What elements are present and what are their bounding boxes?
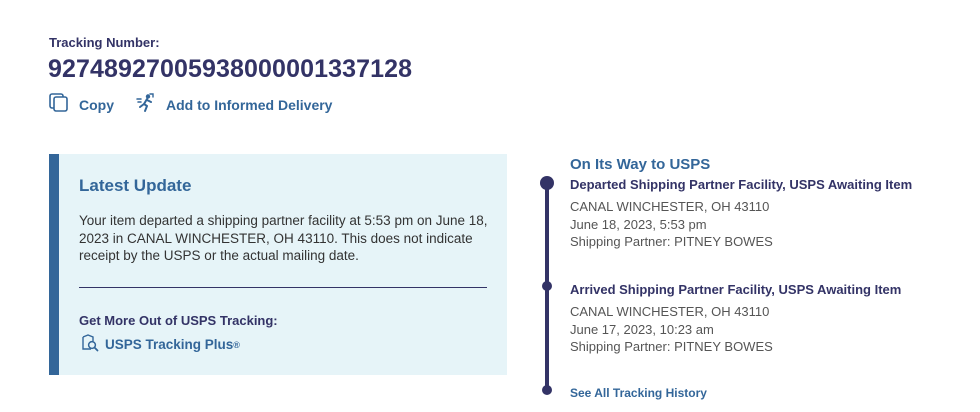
see-all-tracking-history-link[interactable]: See All Tracking History — [570, 386, 707, 400]
event-title: Arrived Shipping Partner Facility, USPS … — [570, 282, 902, 297]
tracking-event: Departed Shipping Partner Facility, USPS… — [570, 177, 912, 251]
event-datetime: June 17, 2023, 10:23 am — [570, 321, 714, 337]
usps-tracking-plus-label: USPS Tracking Plus — [105, 337, 234, 352]
event-location: CANAL WINCHESTER, OH 43110 — [570, 199, 770, 214]
tracking-event: Arrived Shipping Partner Facility, USPS … — [570, 282, 901, 356]
event-partner: Shipping Partner: PITNEY BOWES — [570, 234, 773, 249]
timeline-dot-end — [542, 385, 552, 395]
timeline-dot — [542, 281, 552, 291]
tracking-number: 9274892700593800000133712​8 — [48, 55, 413, 83]
latest-update-panel: Latest Update Your item departed a shipp… — [49, 154, 507, 375]
status-title: On Its Way to USPS — [570, 156, 711, 173]
event-datetime: June 18, 2023, 5:53 pm — [570, 216, 707, 232]
copy-icon — [49, 93, 69, 116]
latest-update-text: Your item departed a shipping partner fa… — [79, 213, 488, 263]
copy-button[interactable]: Copy — [49, 93, 114, 116]
timeline-dot-current — [540, 176, 554, 190]
event-title: Departed Shipping Partner Facility, USPS… — [570, 177, 913, 192]
informed-delivery-label: Add to Informed Delivery — [166, 96, 333, 113]
tracking-plus-icon — [81, 334, 99, 355]
copy-label: Copy — [79, 96, 114, 113]
informed-delivery-icon — [136, 93, 156, 116]
get-more-title: Get More Out of USPS Tracking: — [79, 313, 278, 328]
event-location: CANAL WINCHESTER, OH 43110 — [570, 304, 770, 319]
event-partner: Shipping Partner: PITNEY BOWES — [570, 339, 773, 354]
latest-update-title: Latest Update — [79, 176, 192, 195]
tracking-actions: Copy Add to Informed Delivery — [49, 93, 332, 116]
registered-mark: ® — [233, 339, 240, 350]
usps-tracking-plus-link[interactable]: USPS Tracking Plus ® — [81, 334, 240, 355]
divider — [79, 287, 487, 288]
tracking-number-label: Tracking Number: — [49, 35, 160, 50]
add-to-informed-delivery-button[interactable]: Add to Informed Delivery — [136, 93, 332, 116]
